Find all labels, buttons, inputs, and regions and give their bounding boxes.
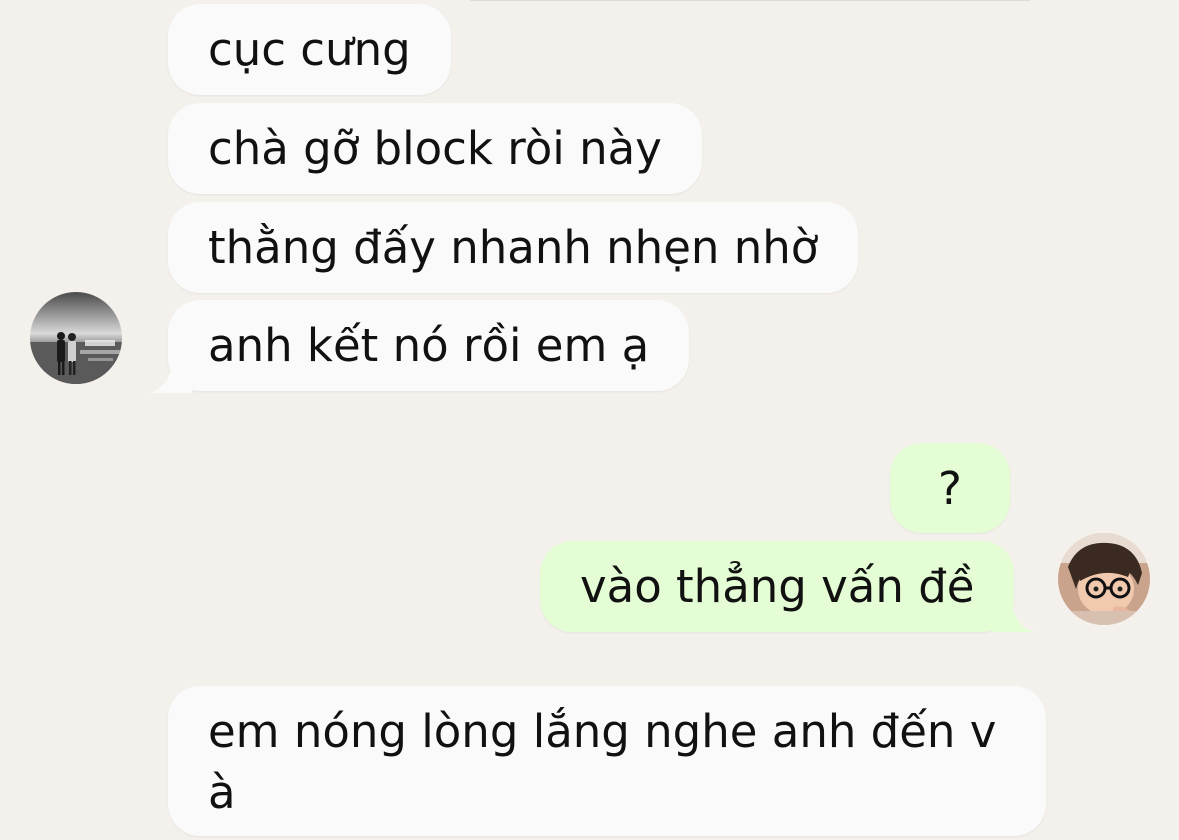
message-text: em nóng lòng lắng nghe anh đến v à bbox=[208, 705, 997, 819]
contact-avatar-icon[interactable] bbox=[30, 292, 122, 384]
message-text: cục cưng bbox=[208, 23, 411, 76]
message-bubble-incoming[interactable]: cục cưng bbox=[168, 4, 451, 95]
message-bubble-incoming[interactable]: em nóng lòng lắng nghe anh đến v à bbox=[168, 686, 1046, 836]
message-text: ? bbox=[938, 462, 962, 515]
bubble-tail-icon bbox=[150, 357, 192, 393]
message-bubble-incoming[interactable]: thằng đấy nhanh nhẹn nhờ bbox=[168, 202, 859, 293]
message-bubble-outgoing[interactable]: vào thẳng vấn đề bbox=[540, 541, 1035, 632]
message-bubble-outgoing[interactable]: ? bbox=[890, 443, 1010, 533]
message-text: vào thẳng vấn đề bbox=[580, 560, 975, 613]
message-text: chà gỡ block ròi này bbox=[208, 122, 662, 175]
message-text: anh kết nó rồi em ạ bbox=[208, 319, 650, 372]
message-bubble-incoming[interactable]: anh kết nó rồi em ạ bbox=[150, 300, 690, 393]
message-text: thằng đấy nhanh nhẹn nhờ bbox=[208, 221, 819, 274]
message-bubble-incoming[interactable]: chà gỡ block ròi này bbox=[168, 103, 702, 194]
top-divider bbox=[470, 0, 1030, 1]
bubble-tail-icon bbox=[992, 596, 1035, 632]
self-avatar-icon[interactable] bbox=[1058, 533, 1150, 625]
